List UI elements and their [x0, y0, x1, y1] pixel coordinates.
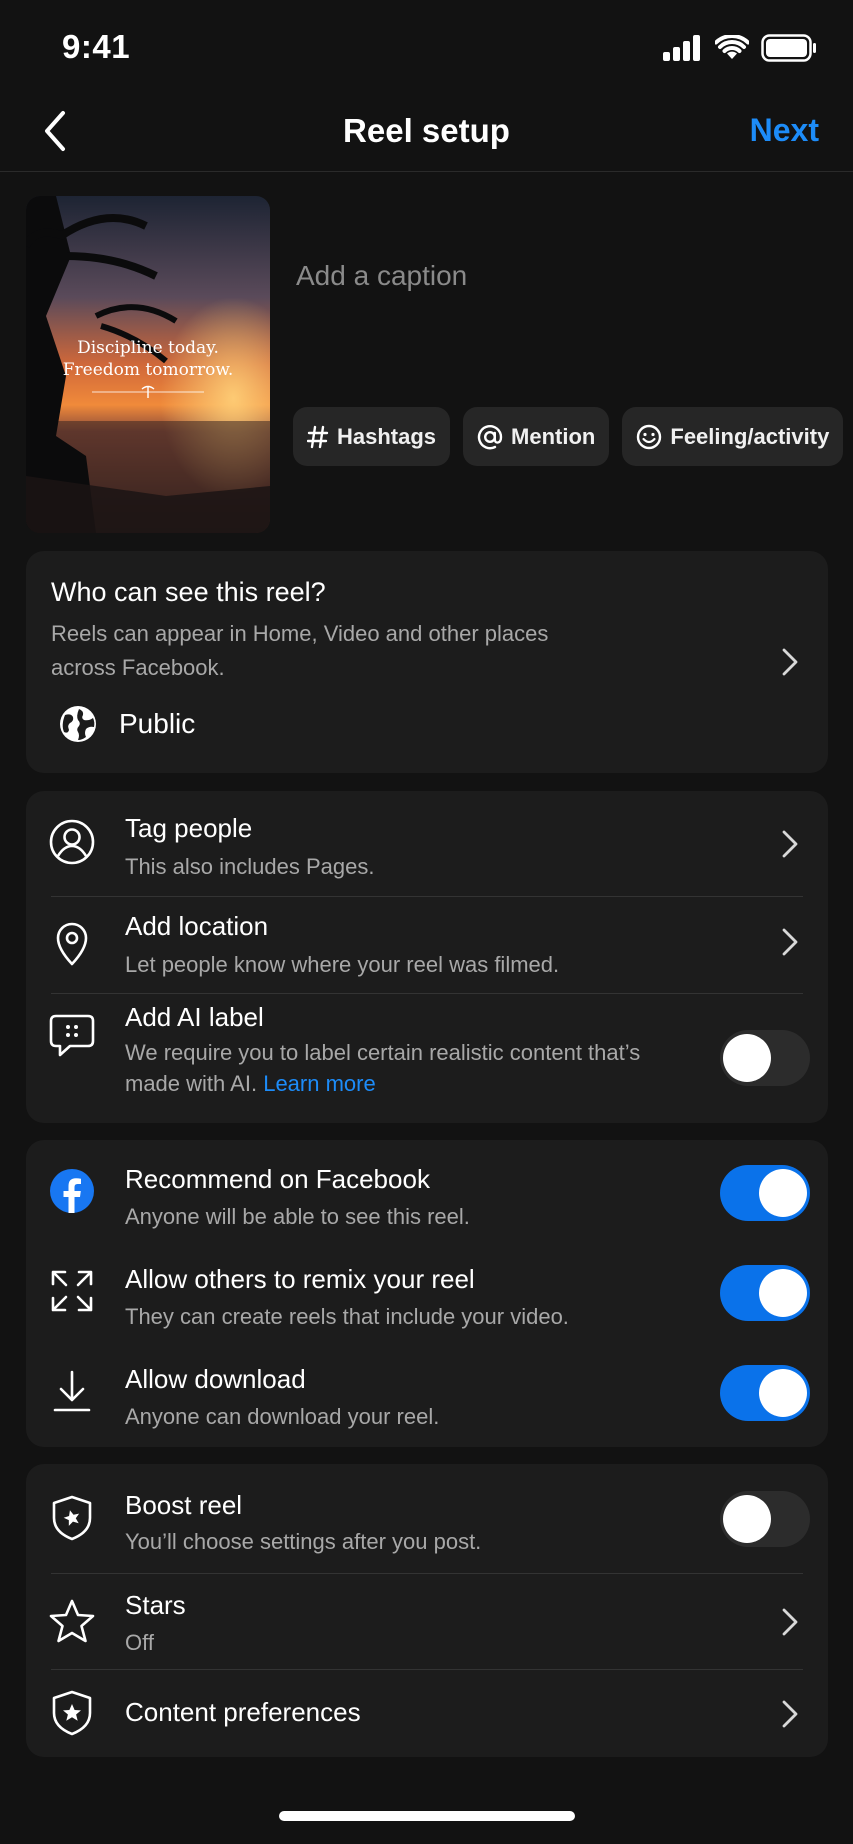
audience-value: Public — [119, 708, 196, 739]
recommend-subtitle: Anyone will be able to see this reel. — [125, 1204, 470, 1229]
toggle-knob — [759, 1369, 807, 1417]
thumbnail-text-line2: Freedom tomorrow. — [63, 360, 234, 380]
download-title: Allow download — [125, 1364, 306, 1394]
audience-title: Who can see this reel? — [51, 577, 326, 607]
person-circle-icon — [48, 818, 96, 866]
toggle-knob — [723, 1495, 771, 1543]
content-preferences-title: Content preferences — [125, 1697, 361, 1727]
thumbnail-text-line1: Discipline today. — [77, 338, 219, 358]
mention-chip-label: Mention — [511, 423, 596, 449]
download-toggle[interactable] — [720, 1365, 810, 1421]
audience-chevron-right-icon[interactable] — [780, 647, 800, 677]
stars-subtitle: Off — [125, 1630, 154, 1655]
boost-subtitle: You’ll choose settings after you post. — [125, 1529, 482, 1554]
hashtags-chip[interactable]: Hashtags — [293, 407, 451, 466]
status-time: 9:41 — [62, 28, 131, 65]
ai-label-title: Add AI label — [125, 1002, 264, 1032]
add-location-chevron-right-icon — [782, 928, 798, 956]
content-preferences-chevron-right-icon — [782, 1700, 798, 1728]
details-card: Tag people This also includes Pages. Add… — [26, 791, 828, 1123]
remix-expand-icon — [48, 1267, 96, 1315]
tag-people-title: Tag people — [125, 813, 253, 843]
reel-thumbnail[interactable]: Discipline today. Freedom tomorrow. — [26, 196, 270, 533]
remix-title: Allow others to remix your reel — [125, 1264, 475, 1294]
stars-row[interactable]: Stars Off — [26, 1574, 828, 1669]
download-icon — [48, 1367, 96, 1415]
mention-chip[interactable]: Mention — [463, 407, 610, 466]
hashtag-icon — [307, 425, 329, 448]
tag-people-row[interactable]: Tag people This also includes Pages. — [26, 791, 828, 897]
caption-input[interactable]: Add a caption — [296, 260, 467, 292]
home-indicator[interactable] — [279, 1811, 575, 1821]
shield-star-icon — [48, 1494, 96, 1542]
shield-star-icon — [48, 1689, 96, 1737]
content-preferences-row[interactable]: Content preferences — [26, 1670, 828, 1757]
add-location-title: Add location — [125, 911, 269, 941]
boost-toggle[interactable] — [720, 1491, 810, 1547]
audience-selector[interactable]: Public — [59, 705, 195, 743]
sharing-card: Recommend on Facebook Anyone will be abl… — [26, 1140, 828, 1447]
at-icon — [477, 424, 503, 449]
facebook-icon — [48, 1167, 96, 1215]
remix-toggle[interactable] — [720, 1265, 810, 1321]
ai-label-subtitle-text: We require you to label certain realisti… — [125, 1040, 641, 1096]
stars-title: Stars — [125, 1590, 186, 1620]
feeling-activity-chip[interactable]: Feeling/activity — [622, 407, 844, 466]
wifi-icon — [715, 35, 749, 59]
toggle-knob — [759, 1269, 807, 1317]
download-subtitle: Anyone can download your reel. — [125, 1404, 440, 1429]
ai-label-toggle[interactable] — [720, 1030, 810, 1086]
globe-icon — [60, 706, 96, 742]
audience-card: Who can see this reel? Reels can appear … — [26, 551, 828, 773]
cellular-signal-icon — [663, 35, 700, 61]
star-icon — [48, 1598, 96, 1646]
tag-people-subtitle: This also includes Pages. — [125, 854, 375, 879]
ai-chat-bubble-icon — [48, 1012, 96, 1060]
boost-row: Boost reel You’ll choose settings after … — [26, 1464, 828, 1574]
battery-icon — [761, 34, 816, 62]
extras-card: Boost reel You’ll choose settings after … — [26, 1464, 828, 1757]
smile-icon — [637, 424, 662, 449]
location-pin-icon — [48, 919, 96, 967]
add-location-subtitle: Let people know where your reel was film… — [125, 952, 560, 977]
stars-chevron-right-icon — [782, 1608, 798, 1636]
audience-description: Reels can appear in Home, Video and othe… — [51, 621, 549, 680]
hashtags-chip-label: Hashtags — [337, 423, 437, 449]
page-title: Reel setup — [343, 112, 510, 149]
remix-row: Allow others to remix your reel They can… — [26, 1240, 828, 1340]
toggle-knob — [759, 1169, 807, 1217]
caption-chips: Hashtags Mention Feeling/activity — [293, 407, 844, 466]
status-bar: 9:41 — [0, 0, 853, 100]
ai-label-subtitle: We require you to label certain realisti… — [125, 1037, 645, 1099]
recommend-row: Recommend on Facebook Anyone will be abl… — [26, 1140, 828, 1240]
boost-title: Boost reel — [125, 1490, 243, 1520]
next-button[interactable]: Next — [750, 112, 819, 149]
feeling-activity-chip-label: Feeling/activity — [670, 423, 830, 449]
toggle-knob — [723, 1034, 771, 1082]
download-row: Allow download Anyone can download your … — [26, 1340, 828, 1447]
learn-more-link[interactable]: Learn more — [263, 1071, 376, 1096]
tag-people-chevron-right-icon — [782, 830, 798, 858]
ai-label-row: Add AI label We require you to label cer… — [26, 994, 828, 1123]
reel-thumbnail-image: Discipline today. Freedom tomorrow. — [26, 196, 270, 533]
status-icons — [663, 34, 817, 62]
add-location-row[interactable]: Add location Let people know where your … — [26, 897, 828, 993]
recommend-title: Recommend on Facebook — [125, 1164, 430, 1194]
remix-subtitle: They can create reels that include your … — [125, 1304, 569, 1329]
recommend-toggle[interactable] — [720, 1165, 810, 1221]
nav-bar: Reel setup Next — [0, 100, 853, 172]
